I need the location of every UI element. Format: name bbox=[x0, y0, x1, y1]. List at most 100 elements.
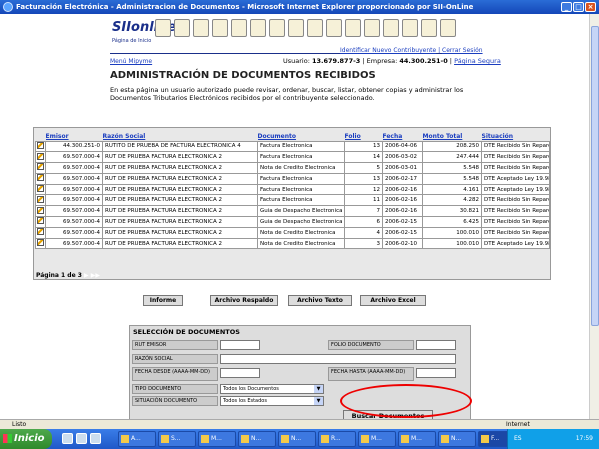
service-icon[interactable] bbox=[231, 19, 247, 37]
edit-icon[interactable] bbox=[37, 195, 44, 203]
fecha-desde-input[interactable] bbox=[220, 368, 260, 378]
language-indicator[interactable]: ES bbox=[514, 435, 522, 442]
service-icon[interactable] bbox=[307, 19, 323, 37]
col-situacion[interactable]: Situación bbox=[482, 132, 550, 141]
table-row[interactable]: 69.507.000-4 RUT DE PRUEBA FACTURA ELECTR… bbox=[35, 237, 550, 250]
table-row[interactable]: 69.507.000-4 RUT DE PRUEBA FACTURA ELECTR… bbox=[35, 216, 550, 228]
service-icon[interactable] bbox=[383, 19, 399, 37]
edit-icon[interactable] bbox=[37, 217, 44, 225]
table-cell: Guia de Despacho Electronica bbox=[257, 205, 345, 218]
table-row[interactable]: 69.507.000-4 RUT DE PRUEBA FACTURA ELECTR… bbox=[35, 162, 550, 174]
service-icon[interactable] bbox=[174, 19, 190, 37]
table-row[interactable]: 69.507.000-4 RUT DE PRUEBA FACTURA ELECTR… bbox=[35, 194, 550, 207]
table-row[interactable]: 44.300.251-0 RUTITO DE PRUEBA DE FACTURA … bbox=[35, 140, 550, 153]
tipo-documento-select[interactable]: Todos los Documentos ▼ bbox=[220, 384, 324, 394]
service-icon[interactable] bbox=[440, 19, 456, 37]
edit-icon[interactable] bbox=[37, 206, 44, 214]
service-icon[interactable] bbox=[212, 19, 228, 37]
col-fecha[interactable]: Fecha bbox=[383, 132, 423, 141]
menu-mipyme-link[interactable]: Menú Mipyme bbox=[110, 58, 152, 65]
quick-launch-icon[interactable] bbox=[62, 433, 73, 444]
home-link[interactable]: Página de Inicio bbox=[112, 38, 151, 44]
edit-icon[interactable] bbox=[37, 185, 44, 193]
folio-input[interactable] bbox=[416, 340, 456, 350]
service-icon[interactable] bbox=[288, 19, 304, 37]
table-cell: 4 bbox=[344, 226, 383, 239]
edit-icon[interactable] bbox=[37, 163, 44, 171]
taskbar-task[interactable]: M... bbox=[198, 431, 236, 447]
archivo-texto-button[interactable]: Archivo Texto bbox=[288, 295, 352, 306]
taskbar-task[interactable]: N... bbox=[438, 431, 476, 447]
logout-link[interactable]: Cerrar Sesión bbox=[442, 47, 483, 54]
taskbar-task[interactable]: N... bbox=[238, 431, 276, 447]
table-row[interactable]: 69.507.000-4 RUT DE PRUEBA FACTURA ELECTR… bbox=[35, 183, 550, 196]
col-emisor[interactable]: Emisor bbox=[46, 132, 103, 141]
archivo-excel-button[interactable]: Archivo Excel bbox=[360, 295, 426, 306]
quick-launch-icon[interactable] bbox=[76, 433, 87, 444]
edit-icon[interactable] bbox=[37, 174, 44, 182]
identify-contributor-link[interactable]: Identificar Nuevo Contribuyente bbox=[340, 47, 436, 54]
taskbar-task[interactable]: N... bbox=[278, 431, 316, 447]
service-icon[interactable] bbox=[364, 19, 380, 37]
quick-launch-icon[interactable] bbox=[90, 433, 101, 444]
secure-page-link[interactable]: Página Segura bbox=[454, 57, 501, 65]
table-cell: 69.507.000-4 bbox=[45, 194, 103, 207]
rut-emisor-label: RUT EMISOR bbox=[132, 340, 218, 350]
table-cell: 4.161 bbox=[422, 183, 482, 196]
close-button[interactable]: × bbox=[585, 2, 596, 12]
table-cell: 2006-03-01 bbox=[382, 162, 423, 174]
table-cell: 11 bbox=[344, 194, 383, 207]
table-row[interactable]: 69.507.000-4 RUT DE PRUEBA FACTURA ELECTR… bbox=[35, 205, 550, 218]
service-icon[interactable] bbox=[421, 19, 437, 37]
fecha-hasta-input[interactable] bbox=[416, 368, 456, 378]
situacion-documento-select[interactable]: Todos los Estados ▼ bbox=[220, 396, 324, 406]
taskbar-task[interactable]: M... bbox=[358, 431, 396, 447]
situacion-documento-label: SITUACIÓN DOCUMENTO bbox=[132, 396, 218, 406]
window-titlebar[interactable]: Facturación Electrónica - Administracion… bbox=[0, 0, 599, 14]
col-razon-social[interactable]: Razón Social bbox=[103, 132, 258, 141]
rut-emisor-input[interactable] bbox=[220, 340, 260, 350]
session-links: Identificar Nuevo Contribuyente | Cerrar… bbox=[340, 47, 483, 54]
edit-icon[interactable] bbox=[37, 152, 44, 160]
edit-icon[interactable] bbox=[37, 228, 44, 236]
table-cell: 69.507.000-4 bbox=[45, 183, 103, 196]
col-folio[interactable]: Folio bbox=[345, 132, 383, 141]
scrollbar-thumb[interactable] bbox=[591, 26, 599, 326]
col-monto-total[interactable]: Monto Total bbox=[423, 132, 482, 141]
table-row[interactable]: 69.507.000-4 RUT DE PRUEBA FACTURA ELECTR… bbox=[35, 151, 550, 164]
table-cell: RUT DE PRUEBA FACTURA ELECTRONICA 2 bbox=[102, 194, 258, 207]
taskbar-task[interactable]: A... bbox=[118, 431, 156, 447]
taskbar-task[interactable]: M... bbox=[398, 431, 436, 447]
razon-social-input[interactable] bbox=[220, 354, 456, 364]
taskbar-task[interactable]: R... bbox=[318, 431, 356, 447]
table-row[interactable]: 69.507.000-4 RUT DE PRUEBA FACTURA ELECTR… bbox=[35, 172, 550, 185]
page-description: En esta página un usuario autorizado pue… bbox=[110, 86, 464, 102]
informe-button[interactable]: Informe bbox=[143, 295, 183, 306]
last-page-icon[interactable]: ▶▶ bbox=[91, 272, 100, 279]
col-documento[interactable]: Documento bbox=[258, 132, 345, 141]
vertical-scrollbar[interactable] bbox=[589, 14, 599, 419]
table-cell: RUT DE PRUEBA FACTURA ELECTRONICA 2 bbox=[102, 216, 258, 228]
start-button[interactable]: Inicio bbox=[0, 429, 52, 449]
next-page-icon[interactable]: ▶ bbox=[84, 272, 89, 279]
service-icon[interactable] bbox=[193, 19, 209, 37]
table-cell: 13 bbox=[344, 172, 383, 185]
service-icon[interactable] bbox=[326, 19, 342, 37]
service-icon[interactable] bbox=[155, 19, 171, 37]
table-row[interactable]: 69.507.000-4 RUT DE PRUEBA FACTURA ELECTR… bbox=[35, 226, 550, 239]
tipo-documento-label: TIPO DOCUMENTO bbox=[132, 384, 218, 394]
user-info: Usuario: 13.679.877-3 | Empresa: 44.300.… bbox=[283, 57, 501, 65]
maximize-button[interactable]: □ bbox=[573, 2, 584, 12]
table-cell: DTE Recibido Sin Reparos bbox=[481, 226, 550, 239]
service-icon[interactable] bbox=[250, 19, 266, 37]
minimize-button[interactable]: _ bbox=[561, 2, 572, 12]
service-icon[interactable] bbox=[402, 19, 418, 37]
edit-icon[interactable] bbox=[37, 141, 44, 149]
service-icon[interactable] bbox=[269, 19, 285, 37]
taskbar-task[interactable]: S... bbox=[158, 431, 196, 447]
table-cell: DTE Recibido Sin Reparos bbox=[481, 140, 550, 153]
service-icon[interactable] bbox=[345, 19, 361, 37]
archivo-respaldo-button[interactable]: Archivo Respaldo bbox=[210, 295, 278, 306]
table-cell: 69.507.000-4 bbox=[45, 216, 103, 228]
edit-icon[interactable] bbox=[37, 239, 44, 247]
